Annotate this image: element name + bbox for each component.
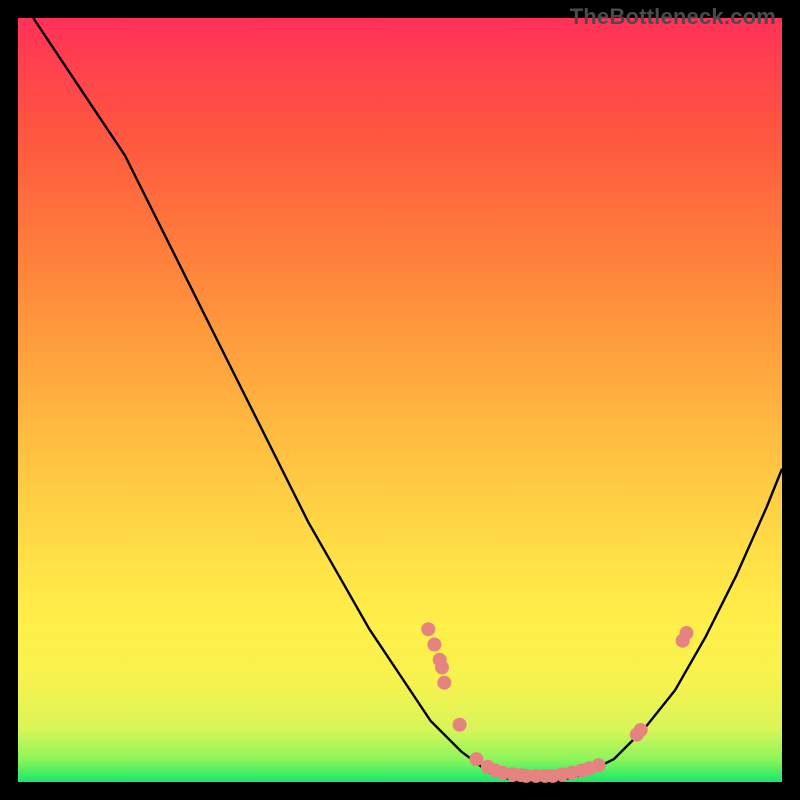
data-point [453, 718, 467, 732]
data-point [680, 626, 694, 640]
data-point [435, 660, 449, 674]
data-point [469, 752, 483, 766]
watermark-text: TheBottleneck.com [570, 4, 776, 30]
chart-frame [18, 18, 782, 782]
bottleneck-curve [33, 18, 782, 782]
data-points-group [421, 622, 693, 783]
data-point [427, 638, 441, 652]
chart-svg [18, 18, 782, 782]
data-point [421, 622, 435, 636]
data-point [437, 676, 451, 690]
data-point [592, 758, 606, 772]
data-point [634, 723, 648, 737]
